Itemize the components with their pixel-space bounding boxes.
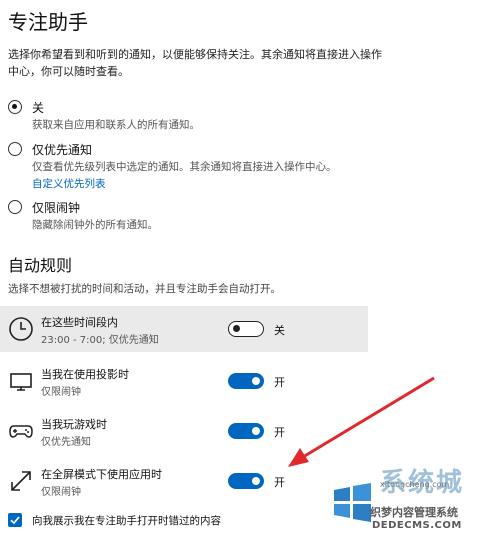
rule-toggle-switch[interactable] [228,373,264,389]
clock-icon [8,316,34,342]
windows-logo-icon [330,480,374,524]
rule-row-fullscreen[interactable]: 在全屏模式下使用应用时 仅限闹钟 开 [0,458,368,504]
rule-row-gaming[interactable]: 当我玩游戏时 仅优先通知 开 [0,408,368,454]
toggle-state-label: 关 [274,324,285,337]
watermark-url: xitongcheng.com [380,480,450,489]
radio-label: 关 [32,101,45,115]
radio-description: 仅查看优先级列表中选定的通知。其余通知将直接进入操作中心。 [32,161,337,173]
radio-label: 仅优先通知 [32,143,93,157]
rule-row-projecting[interactable]: 当我在使用投影时 仅限闹钟 开 [0,358,368,404]
radio-button[interactable] [8,100,22,114]
monitor-icon [8,368,34,394]
toggle-state-label: 开 [274,426,285,439]
watermark: 系统城 xitongcheng.com 织梦内容管理系统 DEDECMS.COM [330,462,483,540]
page-title: 专注助手 [8,10,88,34]
rule-toggle-switch[interactable] [228,423,264,439]
automatic-rules-description: 选择不想被打扰的时间和活动，并且专注助手会自动打开。 [8,283,281,295]
rule-toggle-switch[interactable] [228,473,264,489]
intro-text: 选择你希望看到和听到的通知，以便能够保持关注。其余通知将直接进入操作中心，你可以… [8,48,382,78]
radio-option-alarms-only[interactable]: 仅限闹钟 隐藏除闹钟外的所有通知。 [8,200,468,250]
rule-title: 在这些时间段内 [41,316,118,329]
watermark-cms-name: 织梦内容管理系统 [370,506,458,519]
rule-row-time-period[interactable]: 在这些时间段内 23:00 - 7:00; 仅优先通知 关 [0,306,368,352]
radio-description: 隐藏除闹钟外的所有通知。 [32,219,158,231]
rule-title: 当我玩游戏时 [41,418,107,431]
toggle-state-label: 开 [274,476,285,489]
rule-subtitle: 仅限闹钟 [41,387,81,398]
radio-button[interactable] [8,200,22,214]
rule-title: 在全屏模式下使用应用时 [41,468,162,481]
radio-description: 获取来自应用和联系人的所有通知。 [32,119,200,131]
watermark-domain: DEDECMS.COM [372,520,462,531]
radio-option-priority-only[interactable]: 仅优先通知 仅查看优先级列表中选定的通知。其余通知将直接进入操作中心。 自定义优… [8,142,468,192]
toggle-state-label: 开 [274,376,285,389]
rule-title: 当我在使用投影时 [41,368,129,381]
show-missed-checkbox-row[interactable]: 向我展示我在专注助手打开时错过的内容 [8,511,308,529]
radio-button[interactable] [8,142,22,156]
rule-toggle-switch[interactable] [228,321,264,337]
checkbox[interactable] [8,513,22,527]
fullscreen-arrows-icon [8,468,34,494]
automatic-rules-heading: 自动规则 [8,256,73,275]
customize-priority-list-link[interactable]: 自定义优先列表 [32,176,106,191]
rule-subtitle: 仅限闹钟 [41,487,81,498]
gamepad-icon [8,418,34,444]
radio-label: 仅限闹钟 [32,201,81,215]
checkbox-label: 向我展示我在专注助手打开时错过的内容 [32,515,221,527]
rule-subtitle: 23:00 - 7:00; 仅优先通知 [41,335,159,346]
rule-subtitle: 仅优先通知 [41,437,91,448]
